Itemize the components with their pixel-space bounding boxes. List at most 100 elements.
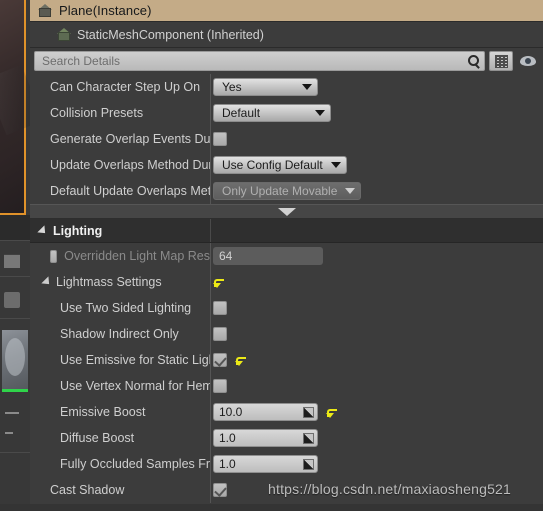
field-overridden-light-map-res: 64: [213, 247, 323, 265]
property-label: Default Update Overlaps Method: [50, 184, 210, 198]
chevron-down-icon: [345, 188, 356, 194]
row-can-character-step-up-on: Can Character Step Up On Yes: [30, 74, 543, 100]
property-label: Collision Presets: [50, 106, 144, 120]
column-divider: [210, 152, 211, 178]
property-value: 1.0: [210, 455, 543, 473]
chevron-down-icon: [330, 162, 341, 168]
property-value: [210, 353, 543, 367]
checkbox-use-two-sided-lighting[interactable]: [213, 301, 227, 315]
column-divider: [210, 269, 211, 295]
search-toolbar: Search Details: [30, 48, 543, 74]
property-label: Use Emissive for Static Lightin: [60, 353, 210, 367]
property-value: Yes: [210, 78, 543, 96]
strip-divider: [0, 452, 30, 453]
category-header-lighting[interactable]: Lighting: [30, 219, 543, 243]
spinner-drag-icon[interactable]: [303, 459, 314, 470]
search-input[interactable]: Search Details: [34, 51, 485, 71]
property-label: Use Vertex Normal for Hemispl: [60, 379, 210, 393]
column-divider: [210, 126, 211, 152]
property-value: 1.0: [210, 429, 543, 447]
combo-update-overlaps-method[interactable]: Use Config Default: [213, 156, 347, 174]
property-label: Can Character Step Up On: [50, 80, 201, 94]
show-all-properties-expander[interactable]: [30, 204, 543, 219]
field-value: 1.0: [219, 457, 236, 471]
checkbox-use-emissive-for-static-lighting[interactable]: [213, 353, 227, 367]
background-app-strip: [0, 0, 30, 511]
property-label: Diffuse Boost: [60, 431, 135, 445]
combo-collision-presets[interactable]: Default: [213, 104, 331, 122]
property-value: Only Update Movable: [210, 182, 543, 200]
property-value: Use Config Default: [210, 156, 543, 174]
checkbox-overridden-light-map-res[interactable]: [50, 249, 58, 263]
actor-header[interactable]: Plane(Instance): [30, 0, 543, 22]
reset-to-default-icon[interactable]: [213, 277, 224, 288]
visibility-button[interactable]: [517, 51, 539, 71]
watermark: https://blog.csdn.net/maxiaosheng521: [268, 481, 512, 497]
component-row[interactable]: StaticMeshComponent (Inherited): [30, 22, 543, 48]
checkbox-use-vertex-normal-for-hemisphere[interactable]: [213, 379, 227, 393]
column-divider: [210, 295, 211, 321]
chevron-down-icon: [277, 208, 296, 216]
checkbox-generate-overlap-events[interactable]: [213, 132, 227, 146]
row-emissive-boost: Emissive Boost 10.0: [30, 399, 543, 425]
row-fully-occluded-samples-fraction: Fully Occluded Samples Fractio 1.0: [30, 451, 543, 477]
combo-default-update-overlaps-method: Only Update Movable: [213, 182, 362, 200]
property-value: [210, 379, 543, 393]
row-use-two-sided-lighting: Use Two Sided Lighting: [30, 295, 543, 321]
spinner-drag-icon[interactable]: [303, 433, 314, 444]
content-icon[interactable]: [4, 254, 20, 268]
column-divider: [210, 100, 211, 126]
row-overridden-light-map-res: Overridden Light Map Res 64: [30, 243, 543, 269]
input-fully-occluded-samples-fraction[interactable]: 1.0: [213, 455, 318, 473]
details-panel: Plane(Instance) StaticMeshComponent (Inh…: [30, 0, 543, 511]
viewport-thumbnail: [0, 0, 26, 215]
component-title: StaticMeshComponent (Inherited): [77, 27, 264, 42]
triangle-expanded-icon: [41, 276, 53, 288]
combo-can-character-step-up-on[interactable]: Yes: [213, 78, 318, 96]
field-value: 10.0: [219, 405, 243, 419]
row-use-vertex-normal-for-hemisphere: Use Vertex Normal for Hemispl: [30, 373, 543, 399]
property-label: Lightmass Settings: [56, 275, 162, 289]
reset-to-default-icon[interactable]: [326, 407, 337, 418]
property-value: Default: [210, 104, 543, 122]
collision-rows: Can Character Step Up On Yes Collision P…: [30, 74, 543, 204]
property-value: [210, 301, 543, 315]
actor-house-icon: [38, 3, 52, 18]
property-value: 10.0: [210, 403, 543, 421]
strip-divider: [0, 318, 30, 319]
column-divider: [210, 243, 211, 269]
combo-value: Default: [222, 106, 261, 120]
property-label: Overridden Light Map Res: [64, 249, 210, 263]
strip-divider: [0, 276, 30, 277]
reset-to-default-icon[interactable]: [235, 355, 246, 366]
checkbox-cast-shadow[interactable]: [213, 483, 227, 497]
column-divider: [210, 425, 211, 451]
strip-line: [5, 412, 19, 414]
property-value: [210, 327, 543, 341]
property-label-wrap: Lightmass Settings: [30, 275, 210, 289]
lighting-rows: Overridden Light Map Res 64 Lightmass Se…: [30, 243, 543, 503]
property-label: Shadow Indirect Only: [60, 327, 179, 341]
input-emissive-boost[interactable]: 10.0: [213, 403, 318, 421]
actor-title: Plane(Instance): [59, 3, 152, 18]
row-generate-overlap-events: Generate Overlap Events During L: [30, 126, 543, 152]
row-shadow-indirect-only: Shadow Indirect Only: [30, 321, 543, 347]
property-value: 64: [210, 247, 543, 265]
bottom-strip: [0, 504, 543, 511]
chevron-down-icon: [315, 110, 325, 116]
column-divider: [210, 219, 211, 242]
strip-gap: [0, 215, 30, 240]
grid-view-button[interactable]: [489, 51, 513, 71]
component-house-icon: [57, 27, 71, 42]
checkbox-shadow-indirect-only[interactable]: [213, 327, 227, 341]
row-lightmass-settings[interactable]: Lightmass Settings: [30, 269, 543, 295]
save-icon[interactable]: [4, 292, 20, 308]
property-label: Use Two Sided Lighting: [60, 301, 192, 315]
column-divider: [210, 399, 211, 425]
chevron-down-icon: [302, 84, 312, 90]
spinner-drag-icon[interactable]: [303, 407, 314, 418]
input-diffuse-boost[interactable]: 1.0: [213, 429, 318, 447]
column-divider: [210, 477, 211, 503]
row-collision-presets: Collision Presets Default: [30, 100, 543, 126]
asset-thumbnail[interactable]: [2, 330, 28, 392]
